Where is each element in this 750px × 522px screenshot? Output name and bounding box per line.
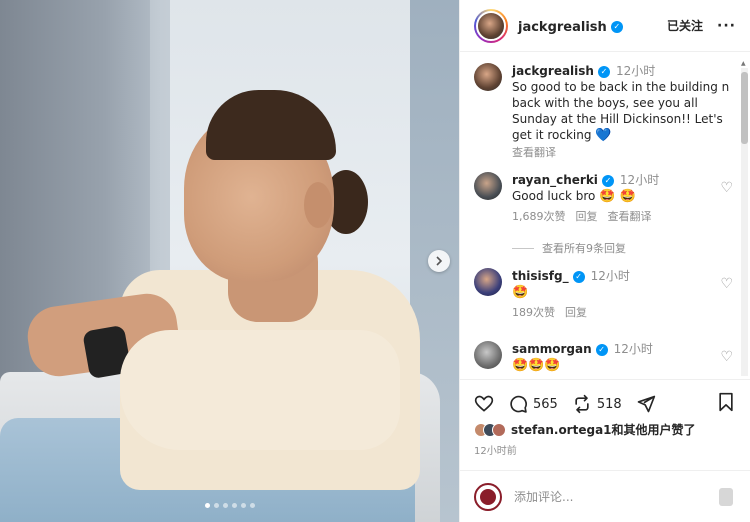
comment-reply-button[interactable]: 回复 [565, 305, 587, 321]
comment-time: 12小时 [613, 342, 653, 356]
current-user-avatar [474, 482, 502, 511]
carousel-dot [250, 503, 255, 508]
comment-count: 565 [533, 396, 558, 412]
carousel-dot [214, 503, 219, 508]
verified-badge-icon: ✓ [572, 270, 585, 283]
liked-by-avatars [474, 422, 506, 437]
carousel-dot [232, 503, 237, 508]
carousel-dot [223, 503, 228, 508]
post-actions: 565 518 [474, 392, 736, 416]
author-name-wrap: jackgrealish ✓ [518, 16, 623, 35]
comment-like-count[interactable]: 189次赞 [512, 305, 555, 321]
comment-input[interactable]: 添加评论... [514, 488, 719, 505]
verified-badge-icon: ✓ [610, 20, 623, 33]
star-struck-emoji-icon: 🤩 [512, 285, 529, 300]
verified-badge-icon: ✓ [601, 174, 614, 187]
emoji-picker-icon[interactable] [719, 487, 733, 506]
chevron-right-icon [436, 256, 443, 266]
more-options-icon[interactable]: ··· [717, 18, 736, 34]
send-paper-plane-icon [637, 395, 655, 413]
liked-by-suffix: 和其他用户赞了 [611, 423, 696, 437]
carousel-dot [205, 503, 210, 508]
view-replies-divider [512, 247, 534, 249]
star-struck-emoji-icon: 🤩🤩🤩 [512, 358, 561, 373]
comment-username[interactable]: sammorgan [512, 342, 592, 356]
add-comment-bar: 添加评论... [460, 470, 750, 522]
repost-button[interactable]: 518 [572, 394, 622, 414]
photo-person-sleeve [120, 330, 400, 450]
following-button[interactable]: 已关注 [667, 17, 703, 34]
comment-text: Good luck bro [512, 189, 596, 203]
post-photo[interactable] [0, 0, 459, 522]
view-replies-button[interactable]: 查看所有9条回复 [512, 240, 626, 256]
author-username[interactable]: jackgrealish [518, 20, 607, 35]
comments-scrollbar-thumb[interactable] [741, 72, 748, 144]
comments-list[interactable]: jackgrealish ✓ 12小时 So good to be back in … [460, 53, 750, 379]
caption-see-translation[interactable]: 查看翻译 [512, 145, 733, 161]
actions-divider [460, 379, 750, 380]
caption-text-wrap: So good to be back in the building n bac… [512, 79, 733, 144]
comment-item: rayan_cherki ✓ 12小时 Good luck bro 🤩 🤩 1,68… [474, 172, 733, 225]
post-header: jackgrealish ✓ 已关注 ··· [460, 0, 750, 52]
liker-avatar [492, 422, 506, 437]
carousel-next-button[interactable] [428, 250, 450, 272]
scroll-up-arrow-icon[interactable]: ▲ [741, 60, 746, 67]
caption-avatar[interactable] [474, 63, 502, 91]
comment-text-wrap: 🤩🤩🤩 [512, 357, 733, 374]
comment-item: sammorgan ✓ 12小时 🤩🤩🤩 ♡ [474, 341, 733, 374]
author-avatar[interactable] [474, 8, 508, 43]
comment-like-heart-icon[interactable]: ♡ [720, 276, 733, 292]
verified-badge-icon: ✓ [597, 65, 610, 78]
comment-username[interactable]: rayan_cherki [512, 173, 598, 187]
comment-item: thisisfg_ ✓ 12小时 🤩 189次赞 回复 ♡ [474, 268, 733, 321]
caption: jackgrealish ✓ 12小时 So good to be back in … [474, 63, 733, 161]
photo-person-ear [304, 182, 332, 228]
post-sidebar: jackgrealish ✓ 已关注 ··· jackgrealish ✓ 12小时 … [459, 0, 750, 522]
comment-username[interactable]: thisisfg_ [512, 269, 569, 283]
comment-like-heart-icon[interactable]: ♡ [720, 349, 733, 365]
share-button[interactable] [636, 394, 656, 414]
bookmark-icon [719, 392, 733, 411]
post-timestamp: 12小时前 [474, 446, 517, 457]
comment-avatar[interactable] [474, 341, 502, 369]
star-struck-emoji-icon: 🤩 🤩 [599, 189, 636, 204]
carousel-dot [241, 503, 246, 508]
repost-icon [575, 394, 589, 414]
liked-by[interactable]: stefan.ortega1 和其他用户赞了 [474, 421, 696, 438]
comment-button[interactable]: 565 [508, 394, 558, 414]
comment-time: 12小时 [619, 173, 660, 187]
verified-badge-icon: ✓ [595, 343, 608, 356]
comment-text-wrap: Good luck bro 🤩 🤩 [512, 188, 733, 205]
comment-avatar[interactable] [474, 172, 502, 200]
repost-count: 518 [596, 396, 622, 412]
comment-reply-button[interactable]: 回复 [576, 209, 598, 225]
caption-time: 12小时 [615, 64, 656, 78]
comment-avatar[interactable] [474, 268, 502, 296]
comment-time: 12小时 [590, 269, 630, 283]
comment-see-translation[interactable]: 查看翻译 [608, 209, 652, 225]
comment-like-heart-icon[interactable]: ♡ [720, 180, 733, 196]
caption-username[interactable]: jackgrealish [512, 64, 594, 78]
save-button[interactable] [716, 392, 736, 417]
caption-text: So good to be back in the building n bac… [512, 80, 730, 142]
view-replies-label: 查看所有9条回复 [542, 242, 626, 255]
comments-scrollbar[interactable]: ▲ [741, 60, 748, 376]
liked-by-user[interactable]: stefan.ortega1 [511, 423, 612, 437]
carousel-indicator [205, 503, 255, 508]
like-button[interactable] [474, 394, 494, 414]
heart-icon [474, 395, 494, 412]
blue-heart-icon: 💙 [595, 128, 612, 143]
comment-bubble-icon [510, 395, 527, 413]
comment-text-wrap: 🤩 [512, 284, 733, 301]
comment-like-count[interactable]: 1,689次赞 [512, 209, 566, 225]
